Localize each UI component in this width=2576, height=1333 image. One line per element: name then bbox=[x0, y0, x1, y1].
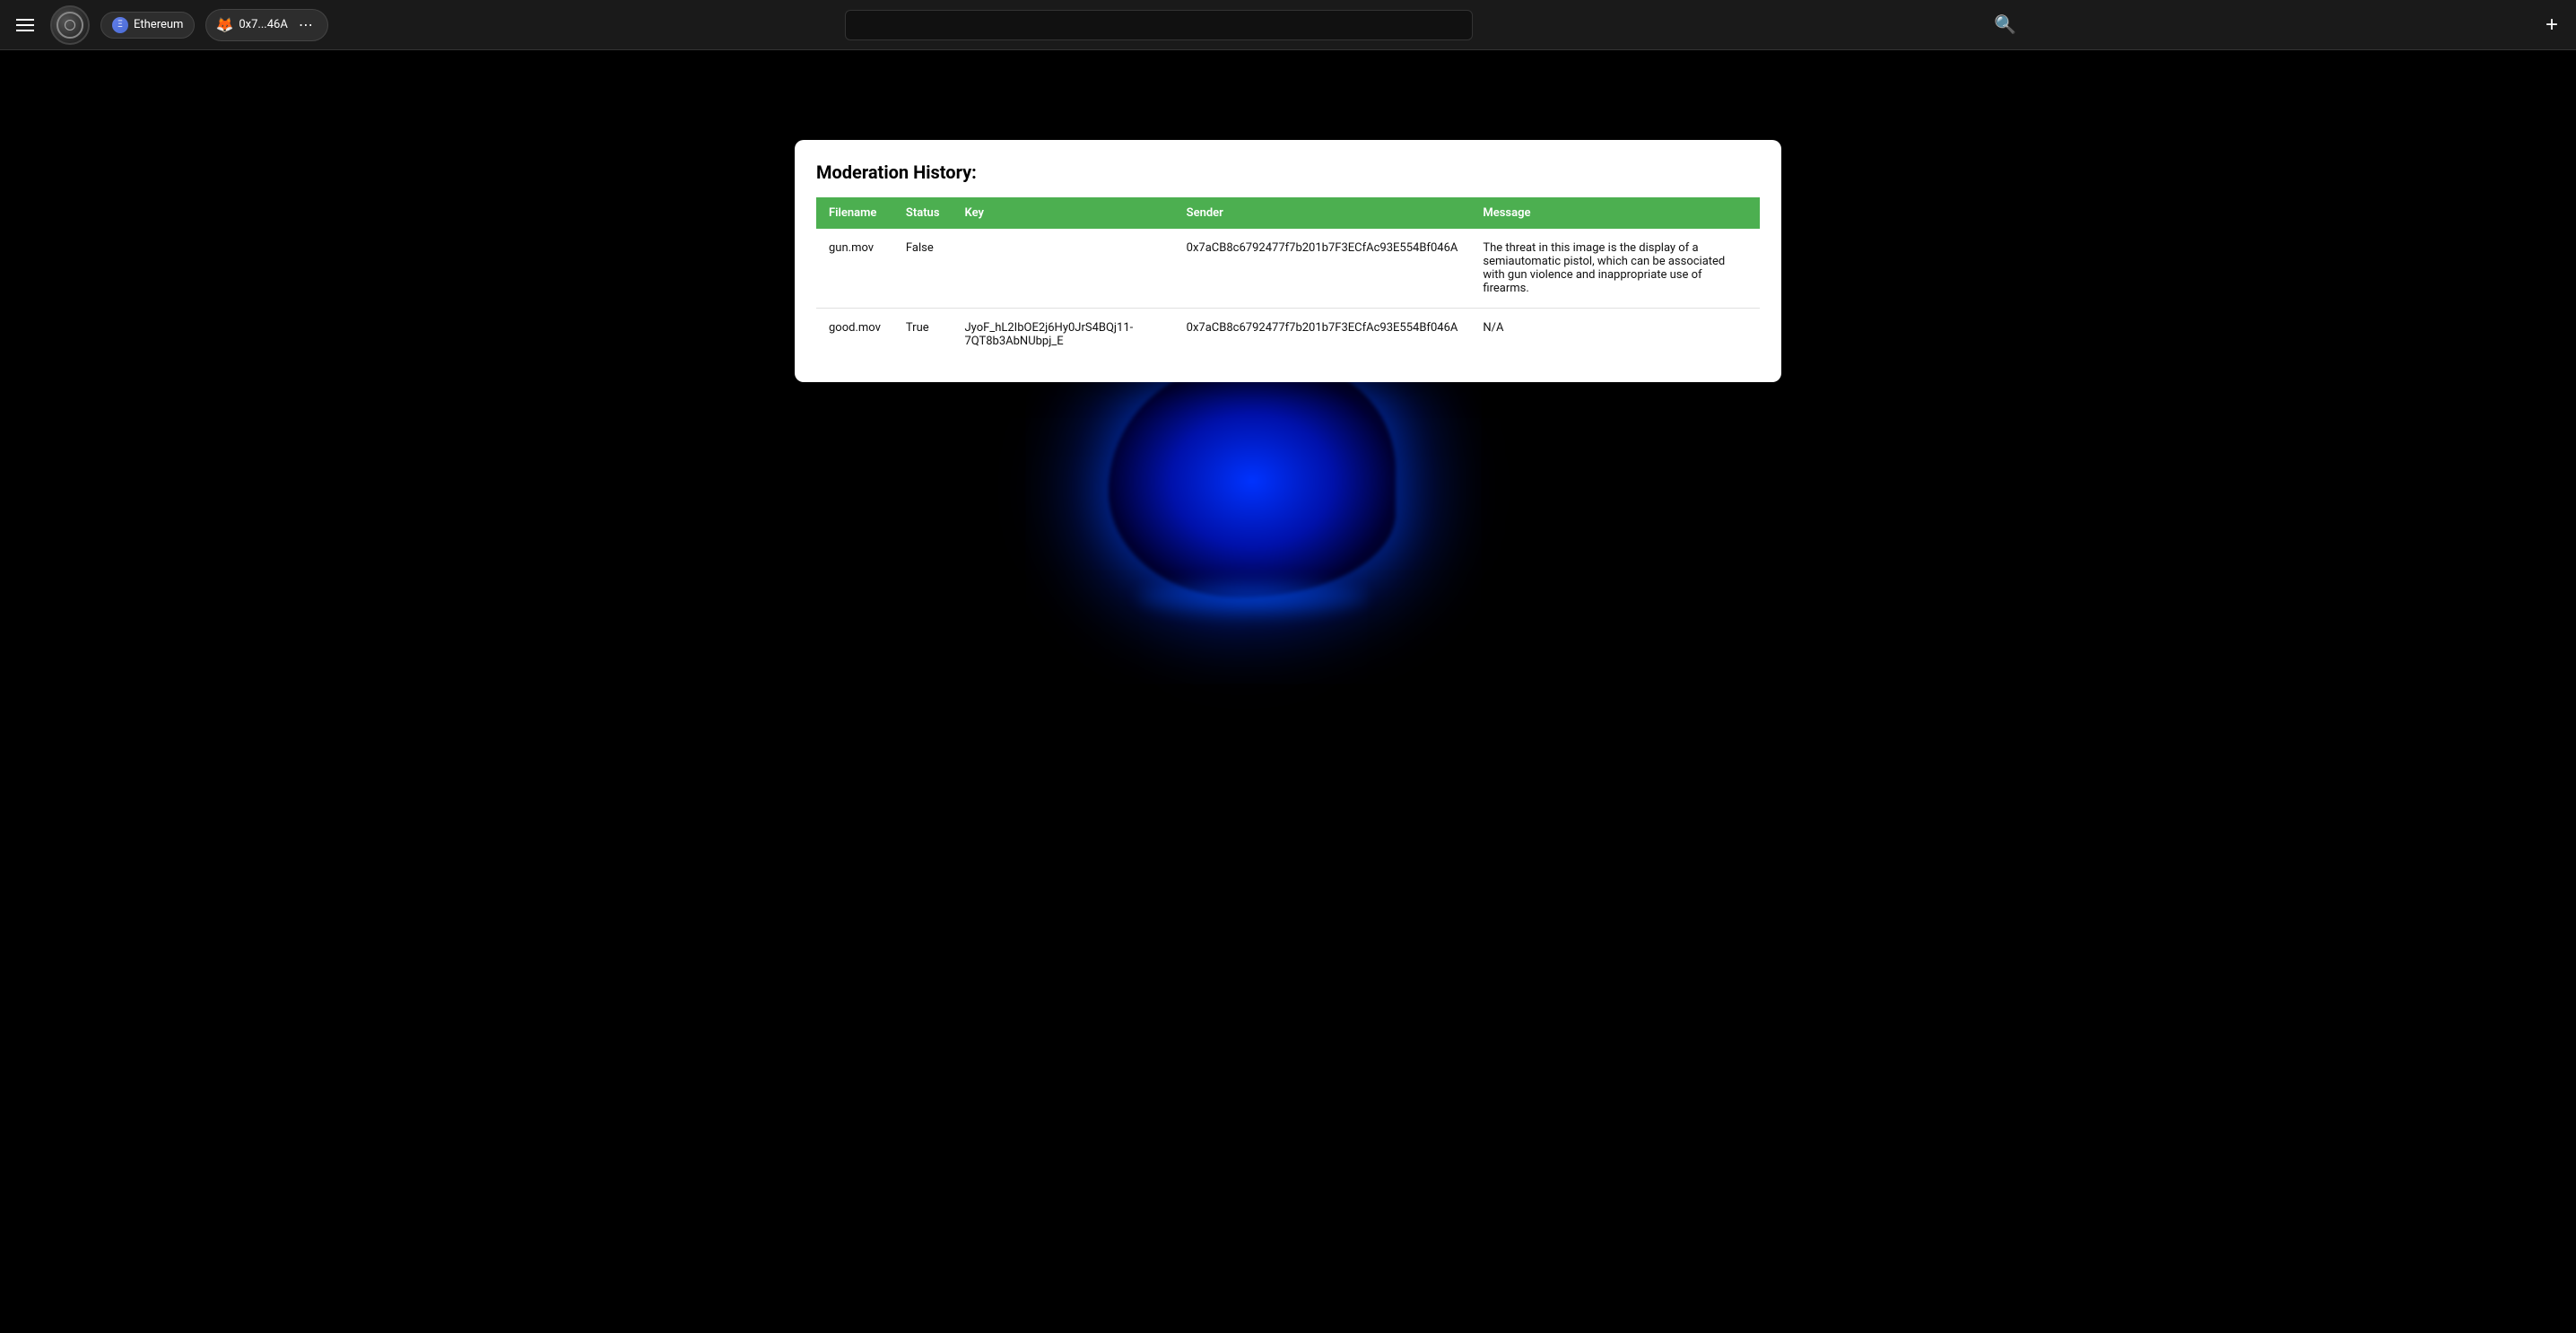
col-header-filename: Filename bbox=[816, 197, 893, 229]
cell-sender: 0x7aCB8c6792477f7b201b7F3ECfAc93E554Bf04… bbox=[1174, 229, 1471, 309]
hamburger-button[interactable] bbox=[11, 13, 39, 37]
blob-visual bbox=[1109, 364, 1467, 633]
app-logo bbox=[50, 5, 90, 45]
navbar: Ξ Ethereum 🦊 0x7...46A ⋯ 🔍 + bbox=[0, 0, 2576, 50]
blob-shape bbox=[1109, 364, 1396, 597]
cell-key: JyoF_hL2IbOE2j6Hy0JrS4BQj11-7QT8b3AbNUbp… bbox=[953, 309, 1174, 362]
cell-message: N/A bbox=[1470, 309, 1760, 362]
cell-filename: good.mov bbox=[816, 309, 893, 362]
wallet-more-button[interactable]: ⋯ bbox=[293, 14, 318, 36]
table-row: gun.movFalse 0x7aCB8c6792477f7b201b7F3ECf… bbox=[816, 229, 1760, 309]
cell-sender: 0x7aCB8c6792477f7b201b7F3ECfAc93E554Bf04… bbox=[1174, 309, 1471, 362]
wallet-address: 0x7...46A bbox=[239, 18, 287, 31]
search-input[interactable] bbox=[845, 10, 1473, 40]
col-header-sender: Sender bbox=[1174, 197, 1471, 229]
col-header-key: Key bbox=[953, 197, 1174, 229]
panel-title: Moderation History: bbox=[816, 161, 1760, 183]
search-container bbox=[845, 10, 1473, 40]
cell-message: The threat in this image is the display … bbox=[1470, 229, 1760, 309]
moderation-panel: Moderation History: Filename Status Key … bbox=[795, 140, 1781, 382]
cell-status: True bbox=[893, 309, 953, 362]
network-name: Ethereum bbox=[134, 18, 183, 31]
add-icon: + bbox=[2546, 13, 2558, 37]
cell-filename: gun.mov bbox=[816, 229, 893, 309]
wallet-badge[interactable]: 🦊 0x7...46A ⋯ bbox=[205, 9, 327, 41]
cell-status: False bbox=[893, 229, 953, 309]
search-button[interactable]: 🔍 bbox=[1989, 8, 2022, 41]
ethereum-icon: Ξ bbox=[112, 17, 128, 33]
table-row: good.movTrueJyoF_hL2IbOE2j6Hy0JrS4BQj11-… bbox=[816, 309, 1760, 362]
search-icon: 🔍 bbox=[1994, 15, 2016, 35]
wallet-icon: 🦊 bbox=[215, 16, 233, 33]
add-button[interactable]: + bbox=[2538, 9, 2565, 41]
network-badge: Ξ Ethereum bbox=[100, 12, 195, 39]
col-header-status: Status bbox=[893, 197, 953, 229]
main-content: Moderation History: Filename Status Key … bbox=[0, 140, 2576, 1333]
moderation-table: Filename Status Key Sender Message gun.m… bbox=[816, 197, 1760, 361]
col-header-message: Message bbox=[1470, 197, 1760, 229]
cell-key bbox=[953, 229, 1174, 309]
table-header-row: Filename Status Key Sender Message bbox=[816, 197, 1760, 229]
